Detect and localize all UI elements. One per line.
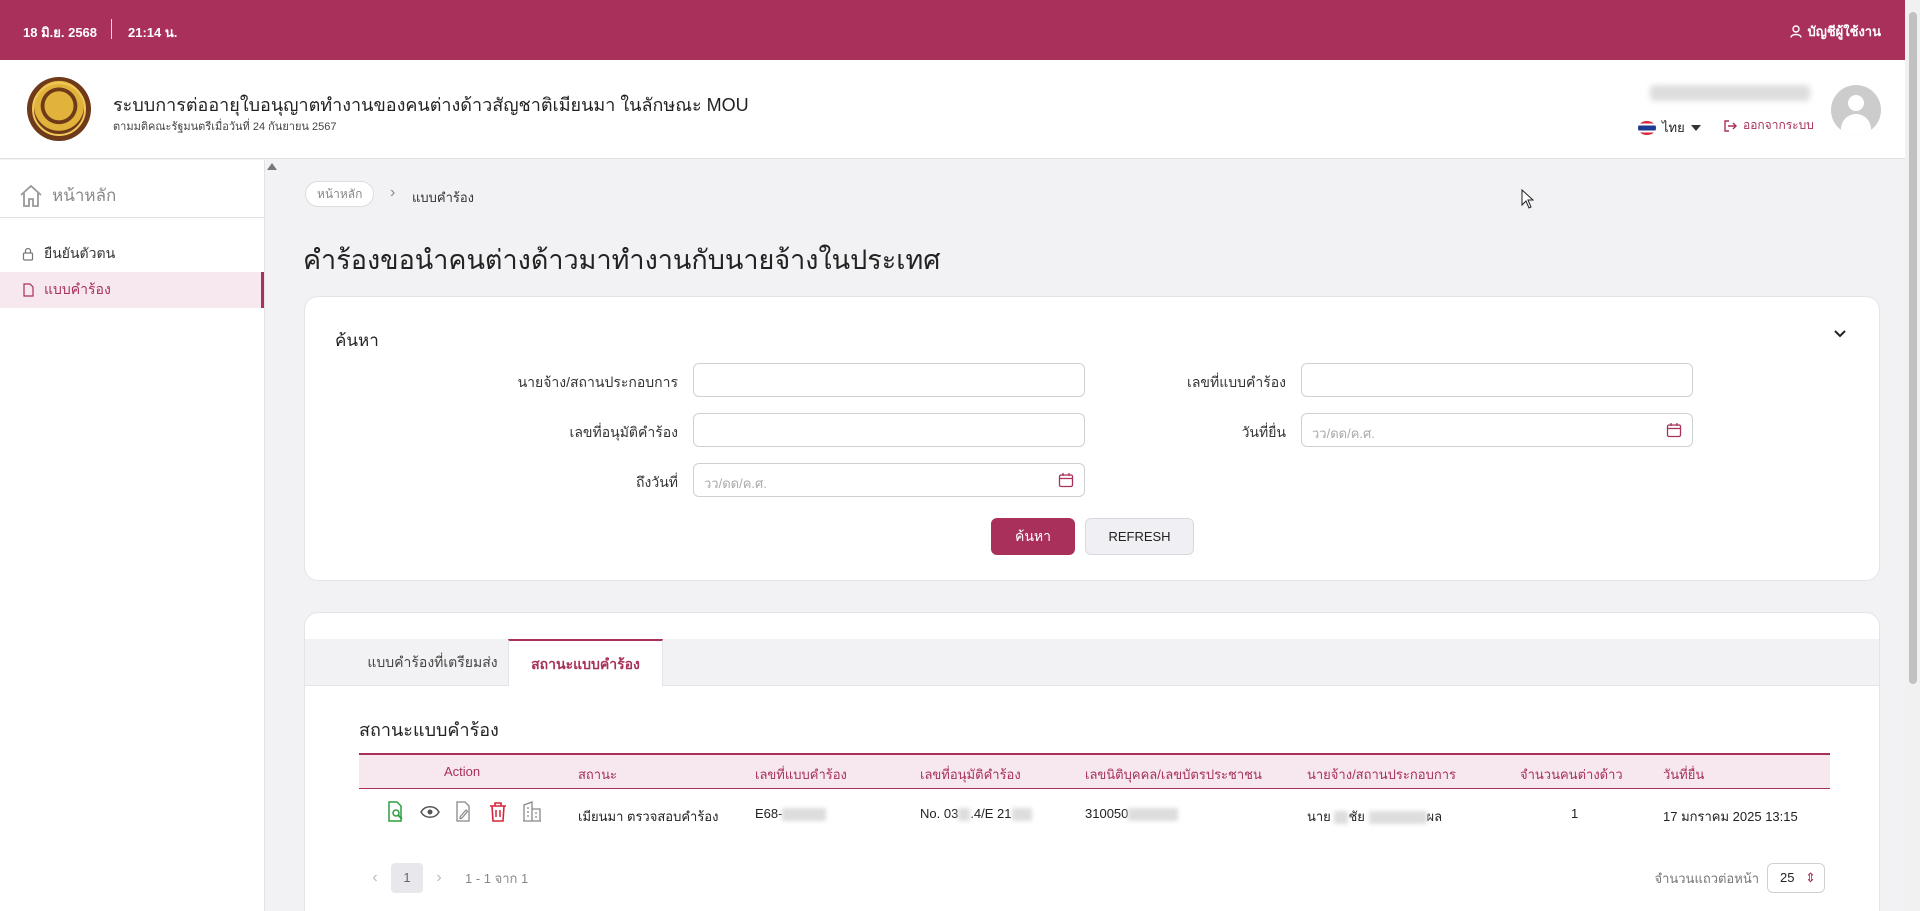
row-actions (386, 801, 542, 823)
sidebar-item-request-forms[interactable]: แบบคำร้อง (0, 272, 264, 308)
search-document-icon[interactable] (386, 801, 406, 823)
rows-per-page: จำนวนแถวต่อหน้า 25 (1654, 863, 1825, 893)
cell-juristic-id: 310050 (1085, 806, 1179, 822)
delete-trash-icon[interactable] (488, 801, 508, 823)
search-button[interactable]: ค้นหา (991, 518, 1075, 555)
sidebar-item-verify-identity[interactable]: ยืนยันตัวตน (0, 236, 264, 272)
home-icon (20, 184, 42, 207)
sidebar-scroll-up-arrow[interactable] (267, 163, 277, 170)
cell-status: เมียนมา ตรวจสอบคำร้อง (578, 809, 719, 824)
table-title: สถานะแบบคำร้อง (359, 720, 499, 740)
to-date-label: ถึงวันที่ (636, 474, 678, 490)
cell-approval-no: No. 03.4/E 21 (920, 806, 1032, 822)
chevron-right-icon[interactable]: › (423, 869, 455, 887)
lock-icon (22, 247, 34, 261)
breadcrumb-current: แบบคำร้อง (412, 190, 475, 205)
scrollbar-thumb[interactable] (1909, 12, 1917, 684)
cell-submit-date: 17 มกราคม 2025 13:15 (1663, 809, 1798, 824)
logout-icon (1724, 119, 1737, 132)
pagination: ‹ 1 › 1 - 1 จาก 1 (359, 863, 528, 893)
pagination-info: 1 - 1 จาก 1 (465, 870, 529, 886)
edit-document-icon[interactable] (454, 801, 474, 823)
user-icon (1789, 25, 1802, 38)
chevron-down-icon[interactable] (1833, 329, 1847, 339)
employer-label: นายจ้าง/สถานประกอบการ (517, 374, 678, 390)
tab-bar: แบบคำร้องที่เตรียมส่ง สถานะแบบคำร้อง (305, 639, 1879, 686)
search-title: ค้นหา (335, 331, 379, 350)
top-bar: 18 มิ.ย. 2568 21:14 น. บัญชีผู้ใช้งาน (0, 0, 1905, 60)
user-name-blurred (1650, 85, 1810, 101)
breadcrumb-home[interactable]: หน้าหลัก (305, 181, 375, 207)
column-header-juristic-id[interactable]: เลขนิติบุคคล/เลขบัตรประชาชน (1085, 764, 1262, 785)
to-date-input[interactable]: วว/ดด/ค.ศ. (693, 463, 1085, 497)
column-header-action: Action (444, 764, 481, 779)
request-no-label: เลขที่แบบคำร้อง (1187, 374, 1286, 390)
page-number-button[interactable]: 1 (391, 863, 423, 893)
rows-per-page-label: จำนวนแถวต่อหน้า (1654, 870, 1759, 886)
thai-flag-icon (1638, 120, 1656, 135)
submit-date-placeholder: วว/ดด/ค.ศ. (1312, 426, 1375, 441)
department-logo (27, 77, 91, 141)
cell-request-no: E68- (755, 806, 827, 822)
current-date: 18 มิ.ย. 2568 (23, 25, 98, 40)
table-header: Action สถานะ เลขที่แบบคำร้อง เลขที่อนุมั… (359, 753, 1830, 789)
account-label: บัญชีผู้ใช้งาน (1807, 24, 1881, 39)
current-time: 21:14 น. (128, 25, 178, 40)
column-header-employer[interactable]: นายจ้าง/สถานประกอบการ (1307, 764, 1456, 785)
approval-no-label: เลขที่อนุมัติคำร้อง (569, 424, 678, 440)
column-header-submit-date[interactable]: วันที่ยื่น (1663, 764, 1704, 785)
date-time-divider (111, 19, 112, 39)
avatar[interactable] (1831, 85, 1881, 135)
app-subtitle: ตามมติคณะรัฐมนตรีเมื่อวันที่ 24 กันยายน … (113, 121, 337, 133)
to-date-placeholder: วว/ดด/ค.ศ. (704, 476, 767, 491)
logout-button[interactable]: ออกจากระบบ (1723, 116, 1814, 135)
submit-date-label: วันที่ยื่น (1241, 424, 1286, 440)
tab-request-status[interactable]: สถานะแบบคำร้อง (508, 639, 663, 686)
cell-worker-count: 1 (1571, 806, 1579, 821)
tab-prepared-requests[interactable]: แบบคำร้องที่เตรียมส่ง (335, 639, 530, 686)
document-icon (23, 283, 34, 297)
page-scrollbar[interactable] (1906, 0, 1920, 911)
logout-label: ออกจากระบบ (1743, 118, 1814, 132)
app-title: ระบบการต่ออายุใบอนุญาตทำงานของคนต่างด้าว… (113, 95, 749, 115)
sidebar-divider (0, 217, 264, 218)
chevron-right-icon: › (390, 184, 396, 201)
mouse-cursor-icon (1521, 189, 1534, 209)
calendar-icon[interactable] (1666, 422, 1682, 438)
sidebar: หน้าหลัก ยืนยันตัวตน แบบคำร้อง (0, 160, 265, 911)
page-title: คำร้องขอนำคนต่างด้าวมาทำงานกับนายจ้างในป… (303, 245, 941, 275)
calendar-icon[interactable] (1058, 472, 1074, 488)
column-header-approval-no[interactable]: เลขที่อนุมัติคำร้อง (920, 764, 1021, 785)
language-label: ไทย (1662, 120, 1685, 135)
refresh-button[interactable]: REFRESH (1085, 518, 1194, 555)
sidebar-item-label: แบบคำร้อง (44, 281, 111, 297)
building-icon[interactable] (522, 801, 542, 823)
app-header: ระบบการต่ออายุใบอนุญาตทำงานของคนต่างด้าว… (0, 60, 1905, 159)
column-header-request-no[interactable]: เลขที่แบบคำร้อง (755, 764, 847, 785)
caret-down-icon (1690, 124, 1701, 131)
view-eye-icon[interactable] (420, 801, 440, 823)
sidebar-home-label: หน้าหลัก (52, 186, 117, 205)
sidebar-item-label: ยืนยันตัวตน (44, 245, 116, 261)
language-selector[interactable]: ไทย (1638, 117, 1701, 138)
column-header-worker-count[interactable]: จำนวนคนต่างด้าว (1520, 764, 1623, 785)
submit-date-input[interactable]: วว/ดด/ค.ศ. (1301, 413, 1693, 447)
request-no-input[interactable] (1301, 363, 1693, 397)
results-panel: แบบคำร้องที่เตรียมส่ง สถานะแบบคำร้อง สถา… (304, 612, 1880, 911)
table-row: เมียนมา ตรวจสอบคำร้อง E68- No. 03.4/E 21… (359, 789, 1830, 839)
employer-input[interactable] (693, 363, 1085, 397)
sidebar-home[interactable]: หน้าหลัก (18, 182, 116, 209)
chevron-left-icon[interactable]: ‹ (359, 869, 391, 887)
account-link[interactable]: บัญชีผู้ใช้งาน (1789, 21, 1881, 42)
approval-no-input[interactable] (693, 413, 1085, 447)
search-panel: ค้นหา นายจ้าง/สถานประกอบการ เลขที่แบบคำร… (304, 296, 1880, 581)
rows-per-page-select[interactable]: 25 (1767, 863, 1825, 893)
cell-employer: นาย ชัย ผล (1307, 809, 1443, 825)
column-header-status[interactable]: สถานะ (578, 764, 617, 785)
